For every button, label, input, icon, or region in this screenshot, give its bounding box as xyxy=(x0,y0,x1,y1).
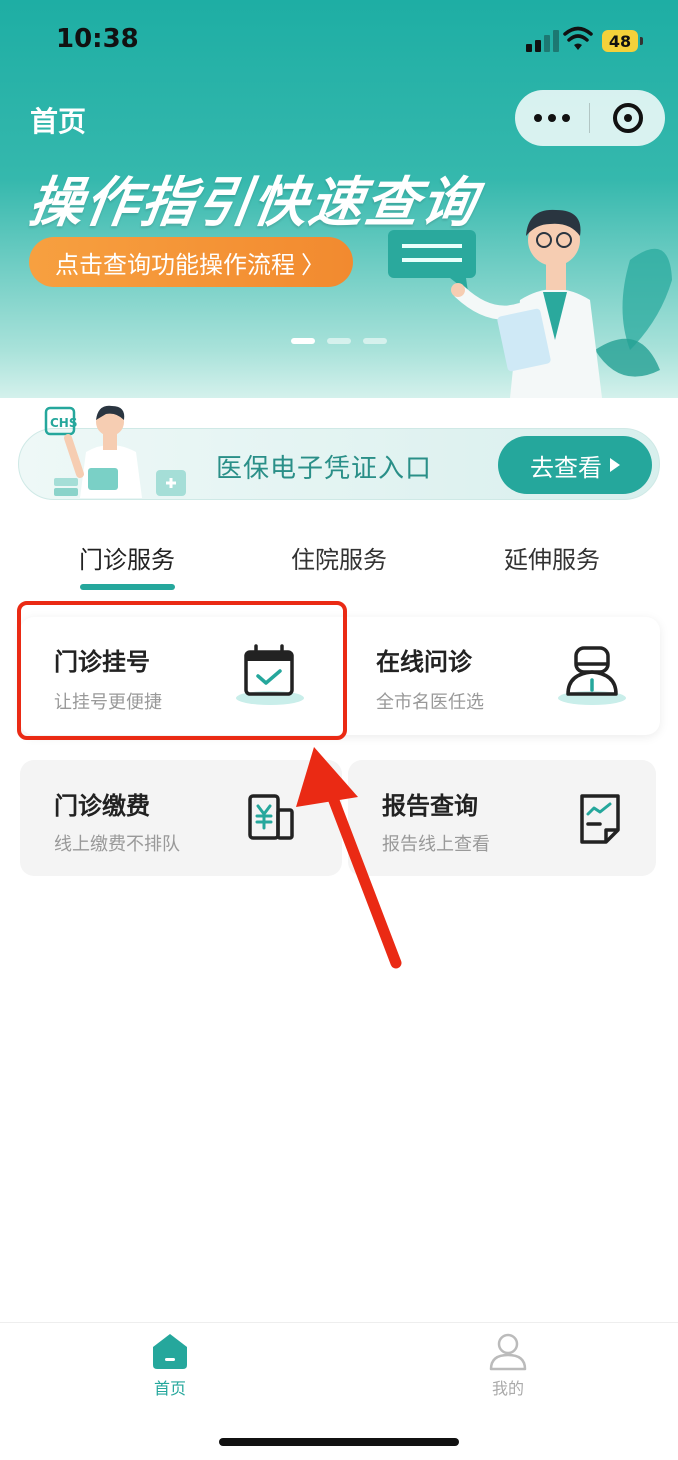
service-tabs: 门诊服务 住院服务 延伸服务 xyxy=(0,540,678,600)
doctor-icon xyxy=(558,646,626,705)
tabbar-item-home[interactable]: 首页 xyxy=(130,1331,210,1399)
wifi-icon xyxy=(563,26,593,50)
play-arrow-icon xyxy=(610,458,620,472)
insurance-doctor-illustration: CHS xyxy=(44,405,186,498)
service-title: 在线问诊 xyxy=(376,648,472,676)
view-voucher-button[interactable]: 去查看 xyxy=(498,436,652,494)
banner-cta-button[interactable]: 点击查询功能操作流程 〉 xyxy=(29,237,353,287)
tabbar-label: 我的 xyxy=(491,1379,524,1398)
tab-inpatient[interactable]: 住院服务 xyxy=(291,540,387,575)
highlight-box xyxy=(17,601,347,740)
red-pointer-arrow-icon xyxy=(296,747,402,969)
signal-icon xyxy=(526,30,559,52)
banner-pagination xyxy=(291,338,387,344)
pagination-dot xyxy=(363,338,387,344)
service-subtitle: 全市名医任选 xyxy=(376,692,484,713)
close-target-icon[interactable] xyxy=(590,90,665,146)
home-icon xyxy=(153,1334,187,1369)
hero-banner[interactable]: 10:38 48 首页 操作指引快速查询 点击查询功能操作流程 〉 xyxy=(0,0,678,398)
home-indicator xyxy=(219,1438,459,1446)
report-icon xyxy=(580,794,620,844)
pagination-dot xyxy=(291,338,315,344)
tab-extended[interactable]: 延伸服务 xyxy=(504,540,600,575)
service-subtitle: 线上缴费不排队 xyxy=(54,834,180,855)
pagination-dot xyxy=(327,338,351,344)
more-menu-icon[interactable] xyxy=(515,90,589,146)
tabbar-item-mine[interactable]: 我的 xyxy=(468,1331,548,1399)
chs-badge: CHS xyxy=(50,416,78,430)
mini-program-capsule xyxy=(515,90,665,146)
tabbar-label: 首页 xyxy=(153,1379,186,1398)
bottom-tab-bar: 首页 我的 xyxy=(0,1322,678,1402)
chevron-right-icon: 〉 xyxy=(301,250,325,279)
banner-cta-label: 点击查询功能操作流程 xyxy=(55,250,295,279)
battery-indicator: 48 xyxy=(602,30,643,52)
user-icon xyxy=(489,1333,527,1371)
status-time: 10:38 xyxy=(56,24,139,54)
page-title: 首页 xyxy=(30,105,87,138)
insurance-voucher-label: 医保电子凭证入口 xyxy=(216,454,433,484)
service-title: 门诊缴费 xyxy=(54,792,150,820)
view-voucher-label: 去查看 xyxy=(530,453,602,482)
status-bar: 10:38 48 xyxy=(0,0,678,80)
active-tab-indicator xyxy=(80,584,175,590)
doctor-illustration xyxy=(388,209,672,398)
tab-outpatient[interactable]: 门诊服务 xyxy=(79,540,175,575)
